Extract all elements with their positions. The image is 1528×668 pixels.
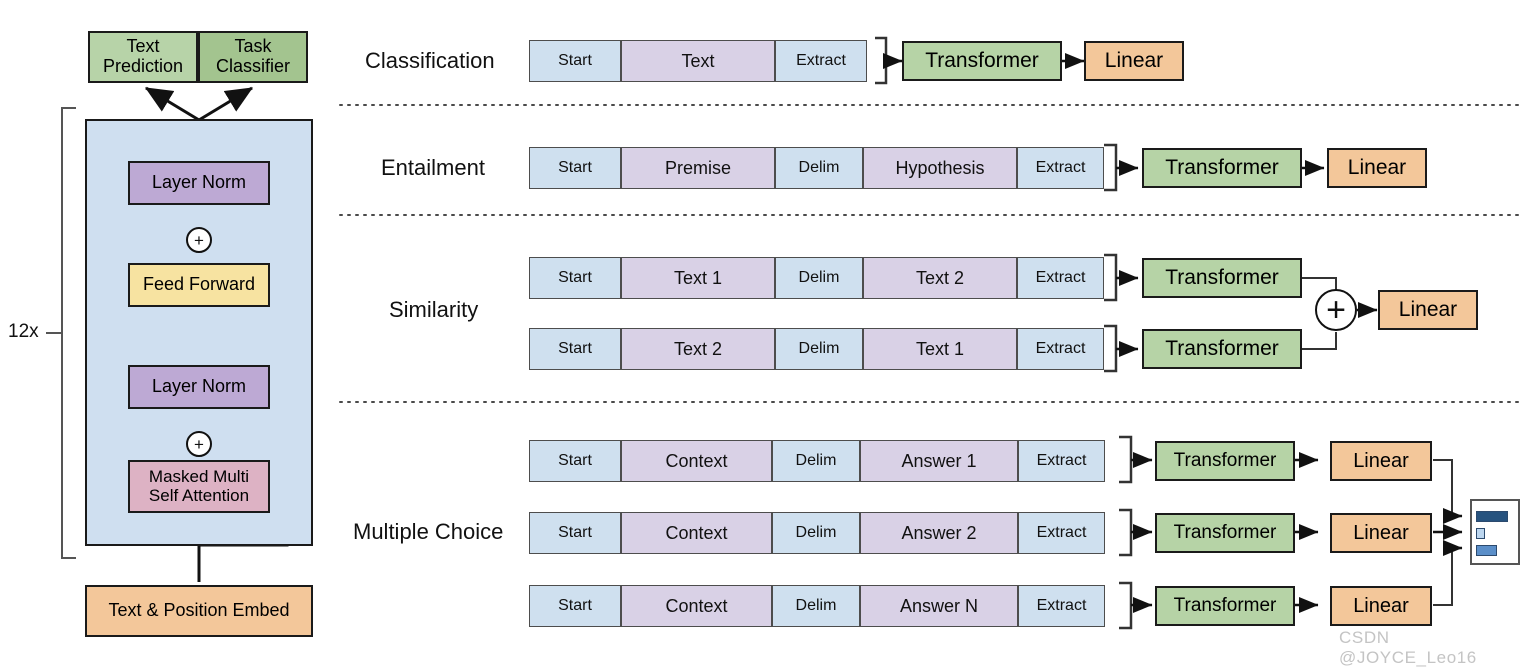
transformer-block-classification[interactable]: Transformer <box>902 41 1062 81</box>
task-label-multiple-choice: Multiple Choice <box>353 519 504 544</box>
watermark-text: CSDN @JOYCE_Leo16 <box>1339 628 1477 667</box>
token-extract[interactable]: Extract <box>1017 257 1104 299</box>
head-task-classifier[interactable]: Task Classifier <box>198 31 308 83</box>
token-delim[interactable]: Delim <box>775 147 863 189</box>
token-delim[interactable]: Delim <box>772 585 860 627</box>
token-delim[interactable]: Delim <box>772 512 860 554</box>
token-start[interactable]: Start <box>529 257 621 299</box>
block-feed-forward[interactable]: Feed Forward <box>128 263 270 307</box>
transformer-block-entailment[interactable]: Transformer <box>1142 148 1302 188</box>
token-start[interactable]: Start <box>529 512 621 554</box>
repeat-count-label: 12x <box>8 321 39 342</box>
transformer-block-similarity-b[interactable]: Transformer <box>1142 329 1302 369</box>
token-extract[interactable]: Extract <box>1018 440 1105 482</box>
linear-head-choice-2[interactable]: Linear <box>1330 513 1432 553</box>
token-answer-2[interactable]: Answer 2 <box>860 512 1018 554</box>
text-and-position-embed[interactable]: Text & Position Embed <box>85 585 313 637</box>
token-delim[interactable]: Delim <box>772 440 860 482</box>
linear-head-choice-n[interactable]: Linear <box>1330 586 1432 626</box>
block-masked-multi-self-attention[interactable]: Masked Multi Self Attention <box>128 460 270 513</box>
task-label-entailment: Entailment <box>381 155 485 180</box>
block-layer-norm-bottom[interactable]: Layer Norm <box>128 365 270 409</box>
token-start[interactable]: Start <box>529 40 621 82</box>
token-text[interactable]: Text <box>621 40 775 82</box>
token-context[interactable]: Context <box>621 512 772 554</box>
similarity-sum-node: + <box>1315 289 1357 331</box>
residual-add-top: + <box>186 227 212 253</box>
transformer-block-choice-n[interactable]: Transformer <box>1155 586 1295 626</box>
token-context[interactable]: Context <box>621 440 772 482</box>
output-bar-3 <box>1476 545 1497 556</box>
linear-head-choice-1[interactable]: Linear <box>1330 441 1432 481</box>
token-answer-1[interactable]: Answer 1 <box>860 440 1018 482</box>
token-delim[interactable]: Delim <box>775 328 863 370</box>
linear-head-similarity[interactable]: Linear <box>1378 290 1478 330</box>
token-text-1[interactable]: Text 1 <box>863 328 1017 370</box>
token-hypothesis[interactable]: Hypothesis <box>863 147 1017 189</box>
transformer-block-similarity-a[interactable]: Transformer <box>1142 258 1302 298</box>
token-extract[interactable]: Extract <box>1018 585 1105 627</box>
token-extract[interactable]: Extract <box>775 40 867 82</box>
token-start[interactable]: Start <box>529 328 621 370</box>
token-start[interactable]: Start <box>529 147 621 189</box>
linear-head-classification[interactable]: Linear <box>1084 41 1184 81</box>
block-layer-norm-top[interactable]: Layer Norm <box>128 161 270 205</box>
output-bar-2 <box>1476 528 1485 539</box>
token-text-1[interactable]: Text 1 <box>621 257 775 299</box>
transformer-block-choice-2[interactable]: Transformer <box>1155 513 1295 553</box>
token-text-2[interactable]: Text 2 <box>863 257 1017 299</box>
token-start[interactable]: Start <box>529 585 621 627</box>
token-delim[interactable]: Delim <box>775 257 863 299</box>
head-text-prediction[interactable]: Text Prediction <box>88 31 198 83</box>
token-text-2[interactable]: Text 2 <box>621 328 775 370</box>
linear-head-entailment[interactable]: Linear <box>1327 148 1427 188</box>
token-premise[interactable]: Premise <box>621 147 775 189</box>
token-extract[interactable]: Extract <box>1018 512 1105 554</box>
token-context[interactable]: Context <box>621 585 772 627</box>
softmax-output-chart <box>1470 499 1520 565</box>
token-start[interactable]: Start <box>529 440 621 482</box>
transformer-block-choice-1[interactable]: Transformer <box>1155 441 1295 481</box>
figure-canvas: Text Prediction Task Classifier 12x Laye… <box>0 0 1528 667</box>
token-extract[interactable]: Extract <box>1017 147 1104 189</box>
token-extract[interactable]: Extract <box>1017 328 1104 370</box>
task-label-similarity: Similarity <box>389 297 479 322</box>
token-answer-n[interactable]: Answer N <box>860 585 1018 627</box>
residual-add-bottom: + <box>186 431 212 457</box>
task-label-classification: Classification <box>365 48 495 73</box>
output-bar-1 <box>1476 511 1508 522</box>
